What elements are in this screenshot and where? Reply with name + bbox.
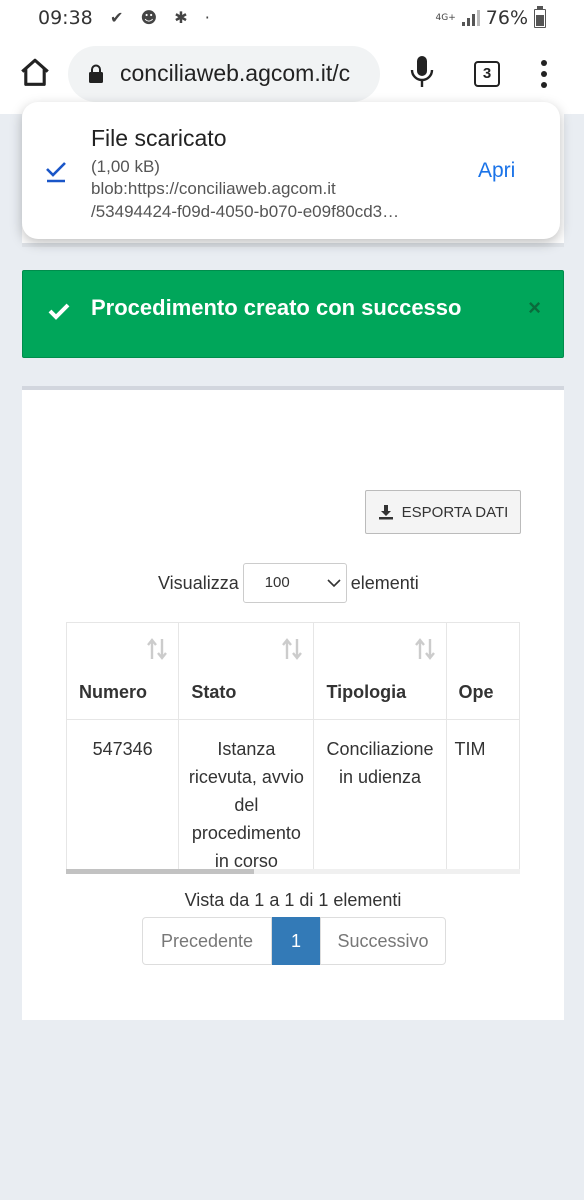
signal-icon xyxy=(461,10,480,26)
alert-message: Procedimento creato con successo xyxy=(91,295,462,320)
tab-switcher-button[interactable]: 3 xyxy=(474,61,500,87)
sort-icon xyxy=(147,638,168,660)
length-suffix: elementi xyxy=(350,572,419,593)
download-complete-icon xyxy=(46,162,66,183)
next-page-button[interactable]: Successivo xyxy=(320,917,446,965)
microphone-icon[interactable] xyxy=(408,54,436,92)
export-data-label: ESPORTA DATI xyxy=(401,503,509,521)
success-alert: Procedimento creato con successo × xyxy=(22,270,564,358)
download-size: (1,00 kB) xyxy=(91,157,160,176)
download-notification: File scaricato (1,00 kB) blob:https://co… xyxy=(22,102,560,239)
lock-icon xyxy=(89,64,103,83)
cell-numero: 547346 xyxy=(66,719,180,872)
table-row[interactable]: 547346 Istanza ricevuta, avvio del proce… xyxy=(66,719,520,872)
page-size-value: 100 xyxy=(264,574,290,591)
download-url-line1: blob:https://conciliaweb.agcom.it xyxy=(91,179,336,198)
export-data-button[interactable]: ESPORTA DATI xyxy=(365,490,521,534)
sort-icon xyxy=(414,638,435,660)
notification-icons: ✔ ☻ ✱ · xyxy=(110,8,216,27)
results-card: ESPORTA DATI Visualizza 100 elementi Num… xyxy=(22,386,564,1020)
sort-icon xyxy=(282,638,303,660)
download-title: File scaricato xyxy=(91,125,227,151)
battery-level: 76% xyxy=(485,7,528,29)
status-bar: 09:38 ✔ ☻ ✱ · 4G+ 76% xyxy=(0,0,584,36)
network-type: 4G+ xyxy=(435,12,456,23)
address-bar[interactable]: conciliaweb.agcom.it/c xyxy=(68,46,380,102)
table-scroll-container[interactable]: Numero Stato Tipologia Ope 547346 Istanz… xyxy=(66,622,520,872)
previous-page-button[interactable]: Precedente xyxy=(142,917,272,965)
cell-operatore: TIM xyxy=(445,719,520,872)
close-alert-button[interactable]: × xyxy=(528,295,541,321)
length-prefix: Visualizza xyxy=(158,572,239,593)
chevron-down-icon xyxy=(327,579,341,588)
length-menu: Visualizza 100 elementi xyxy=(158,562,419,604)
horizontal-scrollbar[interactable] xyxy=(66,869,520,874)
table-info: Vista da 1 a 1 di 1 elementi xyxy=(184,890,402,910)
procedures-table: Numero Stato Tipologia Ope 547346 Istanz… xyxy=(66,622,520,872)
status-right: 4G+ 76% xyxy=(435,5,546,29)
download-url-line2: /53494424-f09d-4050-b070-e09f80cd3… xyxy=(91,202,400,221)
column-header-operatore[interactable]: Ope xyxy=(445,622,520,720)
page-1-button[interactable]: 1 xyxy=(272,917,320,965)
more-menu-icon[interactable] xyxy=(540,60,548,90)
page-size-select[interactable]: 100 xyxy=(242,563,347,603)
battery-icon xyxy=(534,5,546,28)
home-icon[interactable] xyxy=(18,56,52,90)
column-header-tipologia[interactable]: Tipologia xyxy=(313,622,447,720)
cell-stato: Istanza ricevuta, avvio del procedimento… xyxy=(178,719,315,872)
open-download-button[interactable]: Apri xyxy=(478,159,515,183)
status-time: 09:38 xyxy=(38,7,93,29)
cell-tipologia: Conciliazione in udienza xyxy=(313,719,447,872)
check-icon xyxy=(48,303,70,320)
pagination: Precedente 1 Successivo xyxy=(142,917,446,965)
download-icon xyxy=(378,505,393,520)
url-text: conciliaweb.agcom.it/c xyxy=(120,60,351,86)
scrollbar-thumb[interactable] xyxy=(66,869,254,874)
column-header-stato[interactable]: Stato xyxy=(178,622,315,720)
column-header-numero[interactable]: Numero xyxy=(66,622,180,720)
